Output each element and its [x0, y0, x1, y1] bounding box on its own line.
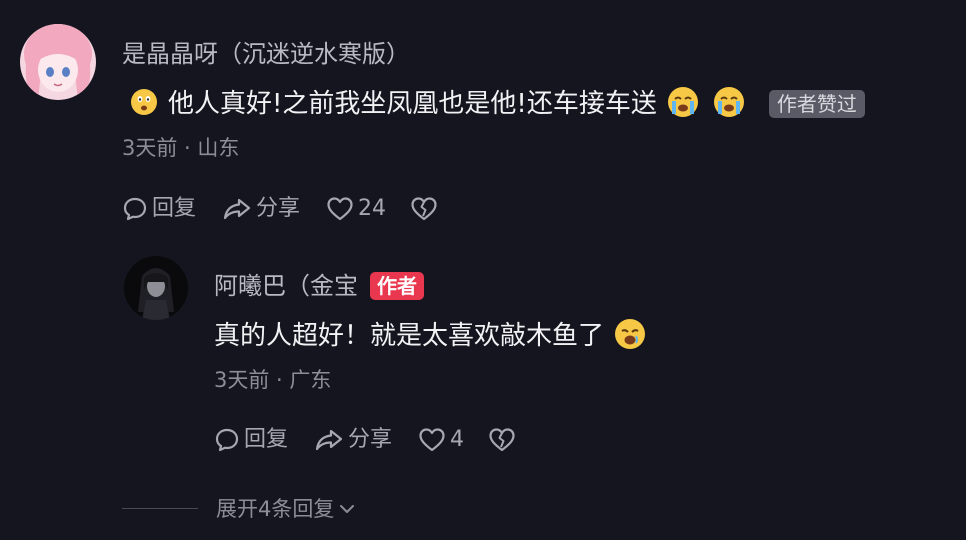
- share-label: 分享: [256, 196, 301, 221]
- comment-text: 他人真好!之前我坐凤凰也是他!还车接车送: [168, 89, 657, 119]
- broken-heart-icon: [411, 197, 437, 221]
- share-arrow-icon: [315, 429, 343, 451]
- expand-divider: [122, 508, 198, 509]
- reply-text: 真的人超好！就是太喜欢敲木鱼了: [214, 321, 605, 351]
- crying-face-emoji-icon: [713, 86, 745, 122]
- like-count: 4: [450, 427, 465, 452]
- heart-icon: [419, 428, 445, 452]
- reply-meta: 3天前 · 广东: [214, 368, 332, 392]
- comment-actions: 回复 分享 24: [122, 195, 438, 223]
- like-button[interactable]: 24: [326, 195, 386, 223]
- author-liked-badge: 作者赞过: [768, 90, 865, 118]
- thinking-face-emoji-icon: [130, 88, 158, 120]
- reply-header: 阿曦巴（金宝 作者: [214, 271, 424, 301]
- avatar-author[interactable]: [124, 256, 188, 320]
- reply-actions: 回复 分享 4: [214, 426, 516, 454]
- reply-button[interactable]: 回复: [214, 426, 288, 454]
- reply-bubble-icon: [215, 428, 239, 452]
- share-arrow-icon: [223, 198, 251, 220]
- like-button[interactable]: 4: [418, 426, 464, 454]
- avatar-commenter[interactable]: [20, 24, 96, 100]
- share-label: 分享: [348, 427, 393, 452]
- weary-face-emoji-icon: [614, 318, 646, 354]
- expand-replies-label: 展开4条回复: [216, 497, 335, 521]
- heart-icon: [327, 197, 353, 221]
- reply-button[interactable]: 回复: [122, 195, 196, 223]
- dislike-button[interactable]: [488, 427, 516, 453]
- comment-meta: 3天前 · 山东: [122, 136, 240, 160]
- commenter-username[interactable]: 是晶晶呀（沉迷逆水寒版）: [122, 39, 410, 69]
- author-badge: 作者: [370, 272, 424, 300]
- reply-bubble-icon: [123, 197, 147, 221]
- broken-heart-icon: [489, 428, 515, 452]
- share-button[interactable]: 分享: [314, 426, 392, 454]
- like-count: 24: [358, 196, 387, 221]
- expand-replies-button[interactable]: 展开4条回复: [216, 495, 356, 523]
- reply-label: 回复: [244, 427, 289, 452]
- reply-content-row: 真的人超好！就是太喜欢敲木鱼了: [214, 318, 646, 354]
- author-username[interactable]: 阿曦巴（金宝: [214, 271, 358, 301]
- comment-content-row: 他人真好!之前我坐凤凰也是他!还车接车送 作者赞过: [130, 86, 865, 122]
- reply-label: 回复: [152, 196, 197, 221]
- chevron-down-icon: [340, 505, 355, 513]
- crying-face-emoji-icon: [667, 86, 699, 122]
- share-button[interactable]: 分享: [222, 195, 300, 223]
- dislike-button[interactable]: [410, 196, 438, 222]
